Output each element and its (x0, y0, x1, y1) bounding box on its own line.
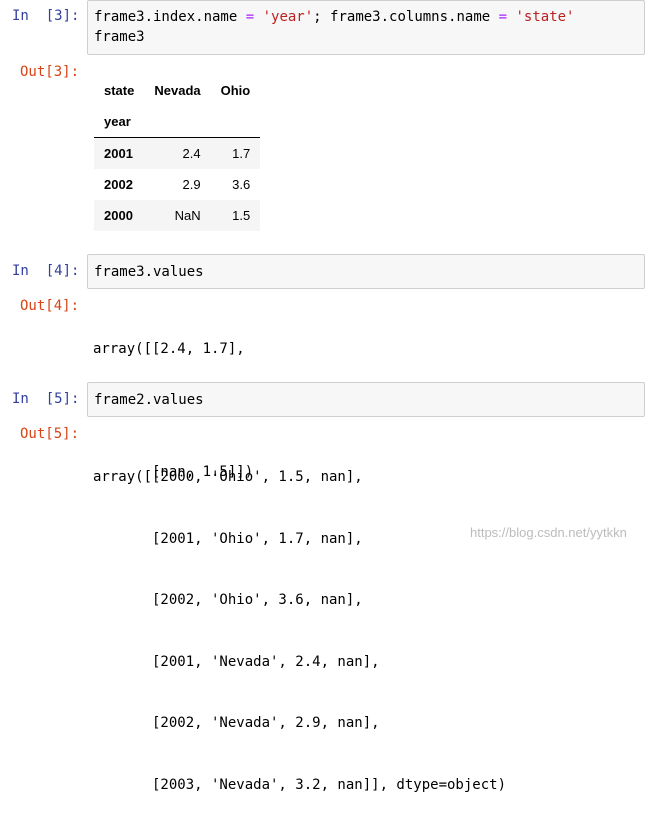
string-token: 'year' (254, 9, 314, 25)
index-name-row: year (94, 106, 261, 138)
column-header: Nevada (154, 83, 201, 98)
out-prompt-3: Out[3]: (20, 64, 80, 80)
table-cell: 2.4 (182, 146, 201, 161)
array-output-5: array([[2000, 'Ohio', 1.5, nan], [2001, … (93, 426, 506, 816)
output-line: [2003, 'Nevada', 3.2, nan]], dtype=objec… (93, 776, 507, 793)
code-token: frame3.index.name (94, 9, 246, 25)
row-index: 2000 (104, 208, 133, 223)
output-line: [2001, 'Nevada', 2.4, nan], (93, 653, 380, 670)
out-prompt-4: Out[4]: (20, 298, 80, 314)
table-row: 2001 2.4 1.7 (94, 137, 261, 169)
code-input-cell-5[interactable]: frame2.values (87, 382, 645, 417)
code-token: ; frame3.columns.name (313, 9, 499, 25)
table-row: 2000 NaN 1.5 (94, 200, 261, 231)
table-cell: NaN (174, 208, 201, 223)
code-line: frame3.index.name = 'year'; frame3.colum… (94, 7, 574, 27)
table-cell: 1.5 (232, 208, 251, 223)
row-index: 2002 (104, 177, 133, 192)
table-cell: 1.7 (232, 146, 251, 161)
string-token: 'state' (507, 9, 575, 25)
output-line: [2001, 'Ohio', 1.7, nan], (93, 530, 363, 547)
code-line: frame2.values (94, 392, 204, 408)
columns-header-row: state Nevada Ohio (94, 75, 260, 106)
code-input-cell-3[interactable]: frame3.index.name = 'year'; frame3.colum… (87, 0, 645, 55)
code-line: frame3 (94, 29, 145, 45)
output-line: [2002, 'Ohio', 3.6, nan], (93, 592, 363, 608)
output-line: [2002, 'Nevada', 2.9, nan], (93, 715, 380, 731)
columns-name-label: state (104, 83, 135, 98)
operator-token: = (498, 9, 508, 25)
table-cell: 3.6 (232, 177, 251, 192)
column-header: Ohio (220, 83, 251, 98)
output-line: array([[2000, 'Ohio', 1.5, nan], (93, 469, 363, 485)
operator-token: = (245, 9, 255, 25)
output-line: array([[2.4, 1.7], (93, 341, 245, 357)
out-prompt-5: Out[5]: (20, 426, 80, 442)
watermark: https://blog.csdn.net/yytkkn (470, 525, 627, 540)
table-cell: 2.9 (182, 177, 201, 192)
in-prompt-3: In [3]: (12, 8, 80, 24)
code-input-cell-4[interactable]: frame3.values (87, 254, 645, 289)
code-line: frame3.values (94, 264, 204, 280)
table-row: 2002 2.9 3.6 (94, 169, 260, 200)
in-prompt-5: In [5]: (12, 391, 80, 407)
dataframe-output: state Nevada Ohio year 2001 2.4 1.7 2002… (94, 75, 261, 231)
in-prompt-4: In [4]: (12, 263, 80, 279)
row-index: 2001 (104, 146, 133, 161)
index-name-label: year (104, 114, 131, 129)
